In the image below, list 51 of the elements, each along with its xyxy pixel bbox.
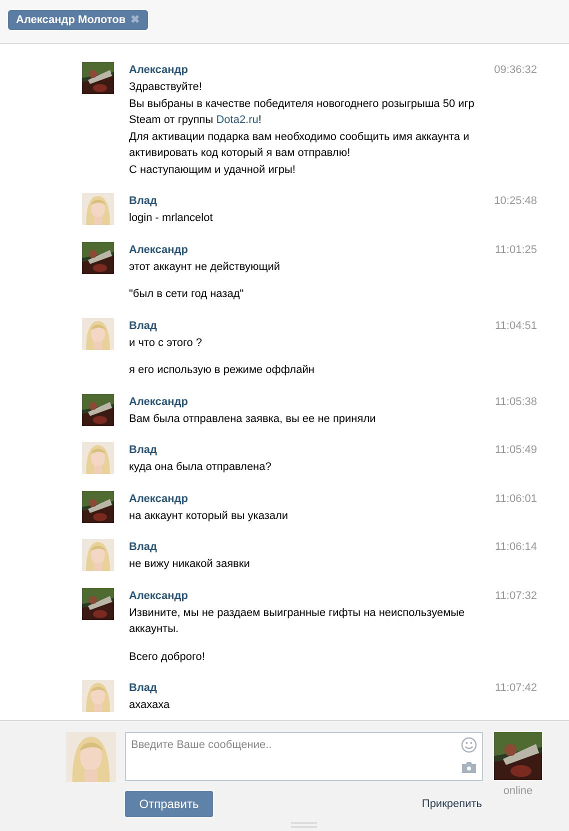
message-time: 11:04:51 <box>494 318 537 334</box>
message-text: login - mrlancelot <box>129 211 213 226</box>
message-text: куда она была отправлена? <box>129 460 272 475</box>
smiley-icon[interactable] <box>461 737 477 753</box>
message-time: 11:05:49 <box>494 443 537 458</box>
message-text: Здравствуйте! <box>129 80 202 95</box>
message-text: этот аккаунт не действующий <box>129 260 280 274</box>
author-name[interactable]: Влад <box>129 442 158 458</box>
author-name[interactable]: Александр <box>129 394 188 410</box>
message-time: 10:25:48 <box>494 194 537 209</box>
message-time: 11:05:38 <box>494 394 537 410</box>
message-text: не вижу никакой заявки <box>129 557 250 572</box>
send-button[interactable]: Отправить <box>125 791 213 817</box>
message-text: и что с этого ? <box>129 336 202 350</box>
message-text: Вы выбраны в качестве победителя новогоднего розыгрыша 50 игр <box>129 96 474 112</box>
message-text: ! <box>258 113 262 128</box>
message-field[interactable]: Введите Ваше сообщение.. <box>125 732 483 781</box>
message-text: аккаунты. <box>129 622 179 637</box>
message-time: 11:01:25 <box>494 242 537 258</box>
resize-grip-icon[interactable] <box>291 822 317 828</box>
author-name[interactable]: Влад <box>129 193 158 209</box>
message-text: С наступающим и удачной игры! <box>129 162 296 178</box>
author-name[interactable]: Влад <box>129 680 158 696</box>
author-name[interactable]: Александр <box>129 490 188 506</box>
camera-icon[interactable] <box>461 761 477 774</box>
tab-title: Александр Молотов <box>16 12 126 28</box>
attach-link[interactable]: Прикрепить <box>422 796 482 812</box>
author-name[interactable]: Александр <box>129 588 188 604</box>
author-name[interactable]: Александр <box>129 62 188 78</box>
author-name[interactable]: Александр <box>129 242 188 258</box>
dialog-tab[interactable]: Александр Молотов ✖ <box>8 10 148 30</box>
message-text: активировать код который я вам отправлю! <box>129 146 350 161</box>
message-text: на аккаунт который вы указали <box>129 508 288 524</box>
link[interactable]: Dota2.ru <box>216 112 258 128</box>
message-time: 09:36:32 <box>494 63 537 78</box>
message-time: 11:07:42 <box>494 681 537 696</box>
placeholder: Введите Ваше сообщение.. <box>131 738 272 753</box>
message-time: 11:07:32 <box>494 588 537 604</box>
message-time: 11:06:01 <box>494 492 537 506</box>
message-text: Steam от группы <box>129 113 214 128</box>
message-text: Всего доброго! <box>129 650 205 664</box>
author-name[interactable]: Влад <box>129 318 158 334</box>
message-text: Извините, мы не раздаем выигранные гифты на неиспользуемые <box>129 606 465 620</box>
message-text: "был в сети год назад" <box>129 287 244 302</box>
author-name[interactable]: Влад <box>129 539 158 555</box>
message-text: ахахаха <box>129 698 170 713</box>
message-text: я его использую в режиме оффлайн <box>129 363 314 378</box>
online-status: online <box>503 784 533 799</box>
message-text: Для активации подарка вам необходимо сообщить имя аккаунта и <box>129 130 470 144</box>
message-text: Вам была отправлена заявка, вы ее не приняли <box>129 412 376 426</box>
message-time: 11:06:14 <box>494 540 537 555</box>
